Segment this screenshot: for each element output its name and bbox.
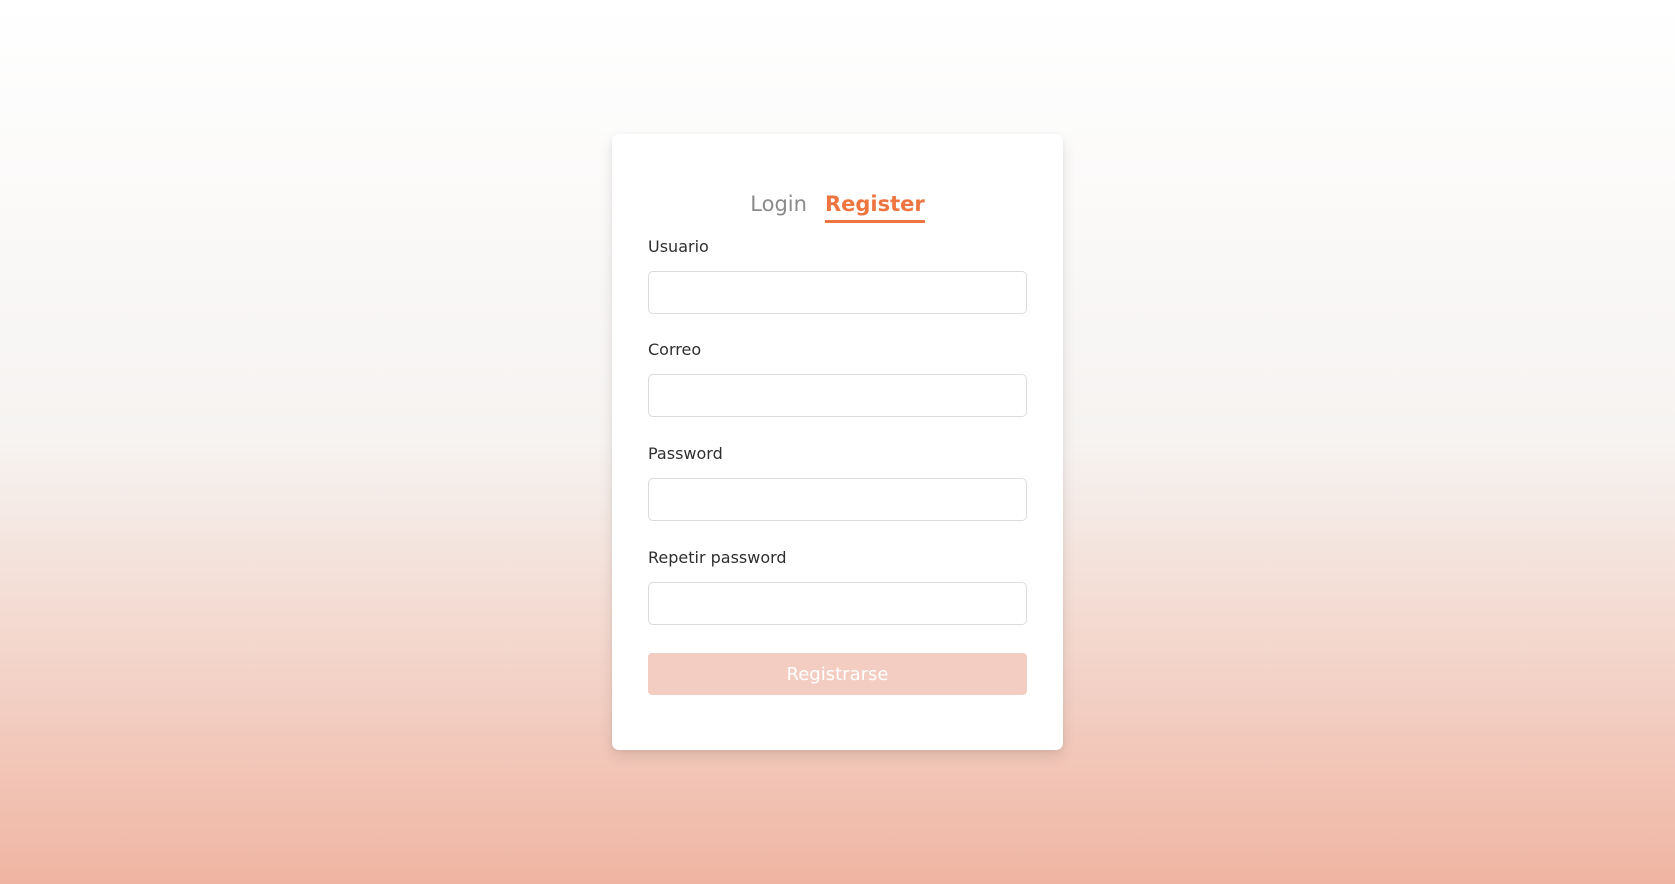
password-input[interactable] [648,478,1027,521]
email-input[interactable] [648,374,1027,417]
tab-register[interactable]: Register [824,190,925,223]
password-label: Password [648,444,723,463]
register-card: Login Register Usuario Correo Password R… [612,134,1063,750]
repeat-password-input[interactable] [648,582,1027,625]
username-input[interactable] [648,271,1027,314]
tab-login[interactable]: Login [750,190,807,223]
register-submit-button[interactable]: Registrarse [648,653,1027,695]
repeat-password-label: Repetir password [648,548,787,567]
email-label: Correo [648,340,702,359]
auth-tabs: Login Register [612,190,1063,223]
username-label: Usuario [648,237,709,256]
